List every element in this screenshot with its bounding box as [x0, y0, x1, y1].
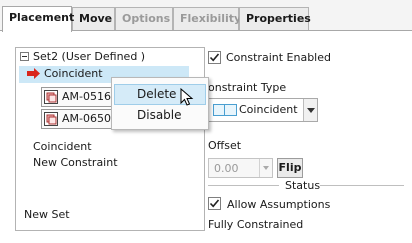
menu-item-disable[interactable]: Disable	[114, 105, 206, 126]
offset-input: 0.00	[208, 158, 273, 178]
offset-dropdown-icon	[259, 159, 272, 177]
tab-placement-label: Placement	[9, 11, 75, 24]
part-reference-icon	[44, 90, 58, 104]
allow-assumptions-checkbox[interactable]	[208, 197, 221, 210]
flip-button[interactable]: Flip	[277, 158, 303, 178]
status-divider-right	[320, 185, 404, 186]
tab-options-label: Options	[122, 12, 171, 25]
constraint-enabled-label: Constraint Enabled	[226, 51, 331, 64]
constraint-status-text: Fully Constrained	[208, 218, 304, 231]
chevron-down-icon[interactable]	[303, 99, 317, 121]
constraint-type-text: Coincident	[33, 140, 92, 153]
mouse-pointer-icon	[180, 88, 194, 106]
tab-flexibility[interactable]: Flexibility	[173, 7, 242, 31]
tab-properties[interactable]: Properties	[239, 7, 311, 31]
constraint-enabled-checkbox[interactable]	[208, 51, 221, 64]
coincident-icon	[213, 104, 237, 116]
new-constraint-item[interactable]: New Constraint	[33, 156, 118, 169]
tab-bar: Placement Move Options Flexibility Prope…	[0, 0, 412, 32]
checkmark-icon	[209, 199, 220, 208]
tab-move[interactable]: Move	[72, 7, 115, 31]
part-reference-icon	[44, 112, 58, 126]
tab-placement[interactable]: Placement	[2, 6, 75, 32]
constraint-type-dropdown[interactable]: Coincident	[208, 98, 318, 122]
constraint-set-tree[interactable]: Set2 (User Defined ) Coincident AM-0516:…	[15, 47, 205, 231]
status-divider-left	[208, 185, 279, 186]
checkmark-icon	[209, 53, 220, 62]
status-heading: Status	[285, 179, 321, 192]
new-set-item[interactable]: New Set	[24, 208, 70, 221]
offset-label: Offset	[208, 139, 242, 152]
allow-assumptions-label: Allow Assumptions	[227, 198, 331, 211]
constraint-type-value: Coincident	[239, 103, 298, 116]
collapse-icon[interactable]	[20, 52, 29, 61]
tab-move-label: Move	[79, 12, 113, 25]
constraint-set-label[interactable]: Set2 (User Defined )	[33, 50, 145, 63]
constraint-item-coincident[interactable]: Coincident	[44, 67, 103, 80]
tab-flexibility-label: Flexibility	[180, 12, 242, 25]
red-arrow-icon	[27, 68, 40, 79]
tab-options[interactable]: Options	[115, 7, 173, 31]
constraint-type-label: onstraint Type	[208, 81, 287, 94]
tab-properties-label: Properties	[246, 12, 311, 25]
offset-value: 0.00	[214, 162, 239, 175]
